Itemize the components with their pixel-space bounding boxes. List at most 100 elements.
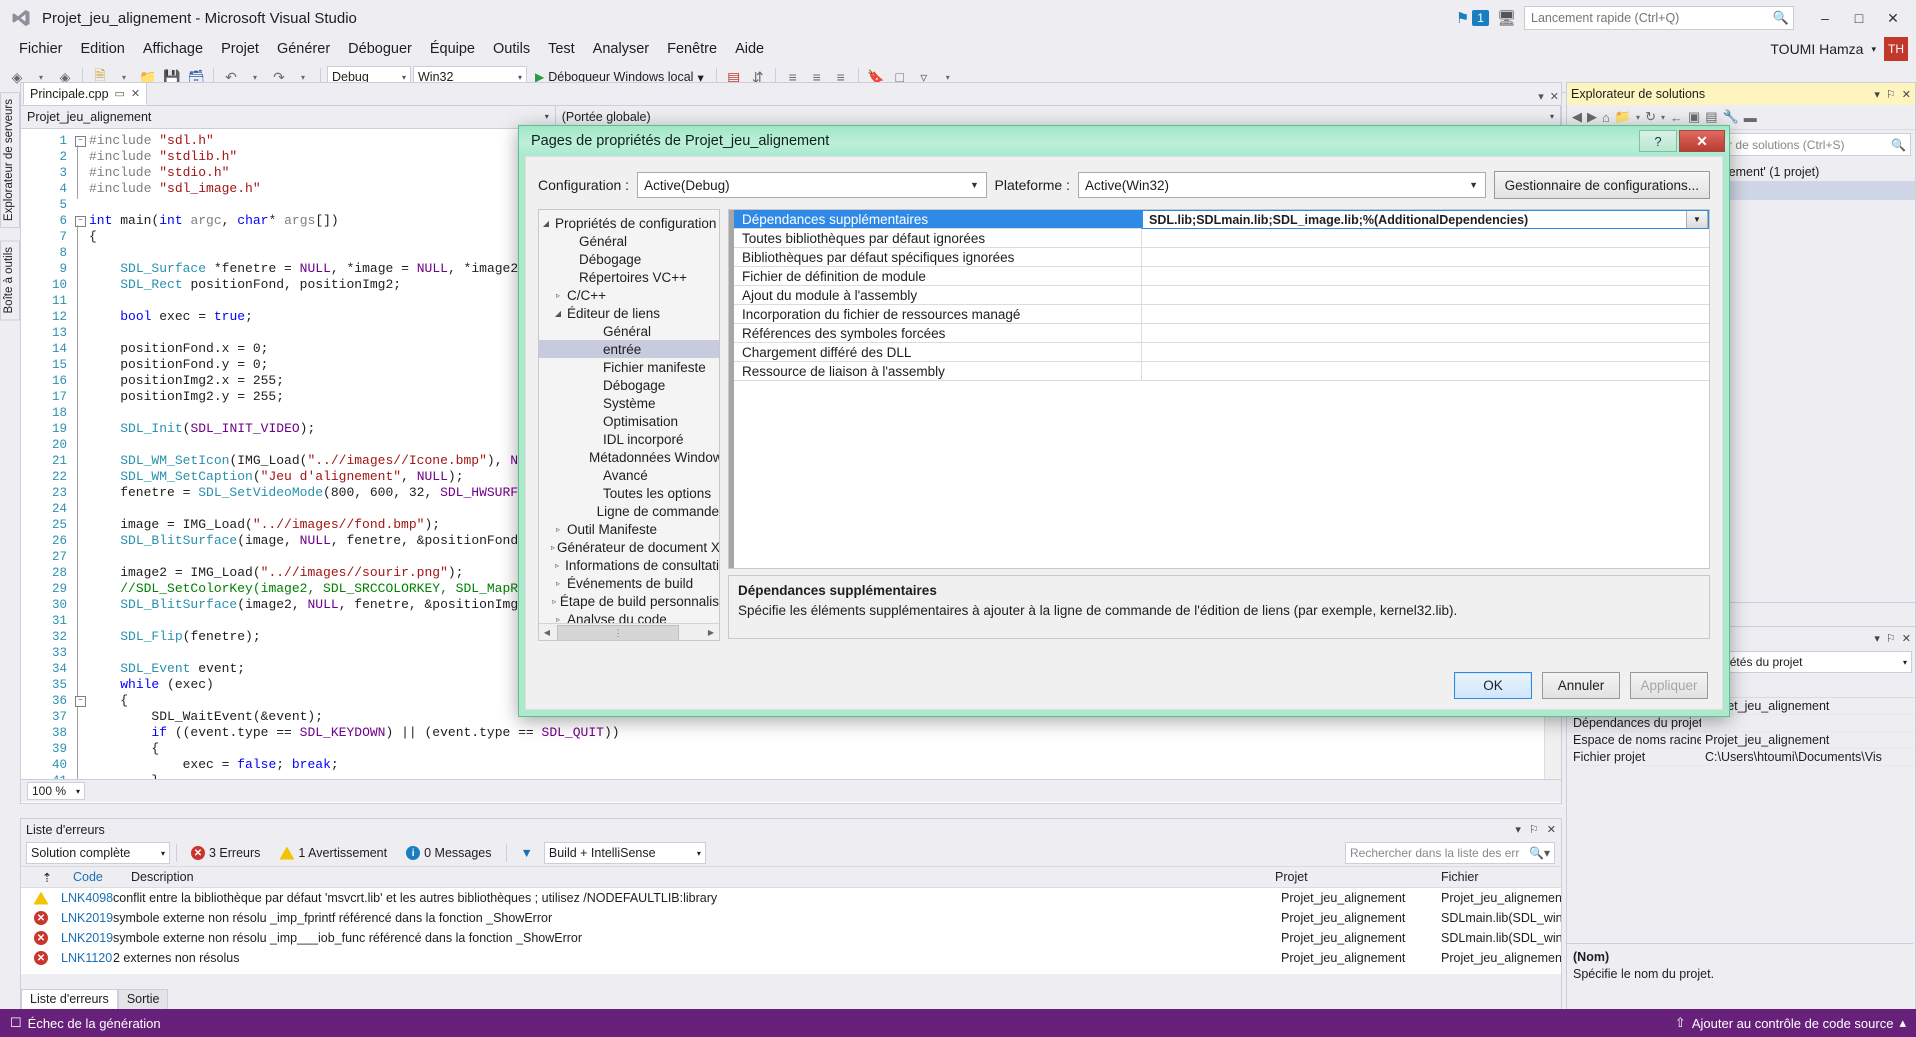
dialog-tree-hscrollbar[interactable]: ◀ ⋮ ▶ [539,623,719,640]
scroll-thumb[interactable]: ⋮ [557,625,679,640]
property-grid-value[interactable] [1142,267,1709,286]
dialog-tree-item[interactable]: Fichier manifeste [539,358,719,376]
close-icon[interactable]: ✕ [1902,88,1911,101]
menu-item-generer[interactable]: Générer [268,39,339,59]
dialog-tree-item[interactable]: ◢ Propriétés de configuration [539,214,719,232]
chevron-right-icon[interactable]: ▹ [551,597,558,606]
chevron-right-icon[interactable]: ▹ [551,561,563,570]
column-header-description[interactable]: Description [125,870,1269,884]
error-list-row[interactable]: ✕ LNK1120 2 externes non résolus Projet_jeu… [21,948,1561,968]
error-scope-combo[interactable]: Solution complète ▾ [26,842,170,864]
error-list-row[interactable]: LNK4098 conflit entre la bibliothèque par… [21,888,1561,908]
property-grid-row[interactable]: Chargement différé des DLL [729,343,1709,362]
dialog-tree-item[interactable]: ▹ Informations de consultati [539,556,719,574]
error-code[interactable]: LNK2019 [61,911,113,925]
column-header-code[interactable]: Code [67,870,125,884]
zoom-combo[interactable]: 100 % ▾ [27,782,86,800]
tab-list-icon[interactable]: ▾ [1538,90,1544,103]
property-grid-value[interactable] [1142,343,1709,362]
pin-icon[interactable]: ▭ [115,87,125,100]
properties-icon[interactable]: 🔧 [1723,109,1739,125]
property-value[interactable]: Projet_jeu_alignement [1701,733,1915,747]
property-grid-rows[interactable]: Dépendances supplémentaires SDL.lib;SDLma… [729,210,1709,381]
dialog-tree-item[interactable]: Optimisation [539,412,719,430]
close-icon[interactable]: ✕ [1679,130,1725,152]
menu-item-deboguer[interactable]: Déboguer [339,39,421,59]
property-grid-row[interactable]: Incorporation du fichier de ressources m… [729,305,1709,324]
sort-indicator-icon[interactable]: ⇡ [21,870,67,885]
scroll-left-icon[interactable]: ◀ [539,628,555,637]
menu-item-equipe[interactable]: Équipe [421,39,484,59]
pin-icon[interactable]: ⚐ [1886,632,1896,645]
dialog-title-bar[interactable]: Pages de propriétés de Projet_jeu_aligne… [519,126,1729,156]
tab-server-explorer[interactable]: Explorateur de serveurs [0,92,20,229]
tab-toolbox[interactable]: Boîte à outils [0,240,20,321]
error-code[interactable]: LNK2019 [61,931,113,945]
refresh-icon[interactable]: ← [1670,110,1683,125]
dialog-tree-item[interactable]: Ligne de commande [539,502,719,520]
build-filter-combo[interactable]: Build + IntelliSense ▾ [543,842,706,864]
new-folder-icon[interactable]: 📁 [1615,109,1631,125]
dialog-tree-item[interactable]: Métadonnées Window [539,448,719,466]
dialog-tree-item[interactable]: ▹ Générateur de document X [539,538,719,556]
menu-item-aide[interactable]: Aide [726,39,773,59]
pin-icon[interactable]: ⚐ [1529,823,1539,836]
chevron-down-icon[interactable]: ▾ [1636,113,1640,122]
property-grid-value[interactable] [1142,362,1709,381]
fold-column[interactable]: − − − [73,129,89,779]
notifications[interactable]: ⚑ 1 [1456,9,1489,27]
dialog-tree-item[interactable]: ▹ C/C++ [539,286,719,304]
error-search-input[interactable]: Rechercher dans la liste des err 🔍▾ [1345,842,1555,864]
fold-box-38[interactable]: − [75,696,86,707]
menu-item-test[interactable]: Test [539,39,584,59]
dialog-tree-item[interactable]: ▹ Étape de build personnalis [539,592,719,610]
dialog-tree-item[interactable]: ▹ Outil Manifeste [539,520,719,538]
avatar[interactable]: TH [1884,37,1908,61]
column-header-file[interactable]: Fichier [1435,870,1561,884]
error-list-row[interactable]: ✕ LNK2019 symbole externe non résolu _imp_… [21,908,1561,928]
show-all-files-icon[interactable]: ▤ [1705,109,1717,125]
chevron-right-icon[interactable]: ▹ [551,579,565,588]
menu-item-fichier[interactable]: Fichier [10,39,72,59]
dialog-tree-item[interactable]: ◢ Éditeur de liens [539,304,719,322]
menu-item-affichage[interactable]: Affichage [134,39,212,59]
warnings-filter-button[interactable]: 1 Avertissement [271,841,395,865]
chevron-down-icon[interactable]: ▾ [1874,88,1880,101]
error-list-row[interactable]: ✕ LNK2019 symbole externe non résolu _imp_… [21,928,1561,948]
error-code[interactable]: LNK4098 [61,891,113,905]
dialog-tree-item[interactable]: Général [539,232,719,250]
close-icon[interactable]: ✕ [1547,823,1556,836]
property-grid-row[interactable]: Références des symboles forcées [729,324,1709,343]
status-right[interactable]: ⇧ Ajouter au contrôle de code source ▴ [1675,1015,1906,1031]
chevron-right-icon[interactable]: ▹ [551,291,565,300]
property-grid-value[interactable] [1142,248,1709,267]
dialog-tree-item[interactable]: Débogage [539,250,719,268]
account-area[interactable]: TOUMI Hamza ▾ TH [1770,36,1908,62]
chevron-right-icon[interactable]: ▹ [551,543,555,552]
dialog-tree-item[interactable]: entrée [539,340,719,358]
property-grid-row[interactable]: Ajout du module à l'assembly [729,286,1709,305]
close-icon[interactable]: ✕ [1902,632,1911,645]
close-icon[interactable]: ✕ [131,87,140,100]
column-header-project[interactable]: Projet [1269,870,1435,884]
dialog-tree-item[interactable]: Débogage [539,376,719,394]
chevron-down-icon[interactable]: ▾ [1661,113,1665,122]
dialog-tree-item[interactable]: Toutes les options [539,484,719,502]
scroll-track[interactable]: ⋮ [555,625,703,640]
dialog-tree-item[interactable]: IDL incorporé [539,430,719,448]
ok-button[interactable]: OK [1454,672,1532,699]
code-line[interactable]: exec = false; break; [89,757,620,773]
dialog-property-tree[interactable]: ◢ Propriétés de configuration Général Débog… [539,210,719,628]
chevron-down-icon[interactable]: ▾ [1515,823,1521,836]
quick-launch-input[interactable] [1524,6,1794,30]
preview-icon[interactable]: ▬ [1744,110,1757,125]
property-grid-value[interactable] [1142,305,1709,324]
chevron-right-icon[interactable]: ▹ [551,525,565,534]
property-grid[interactable]: Dépendances supplémentaires SDL.lib;SDLma… [728,209,1710,569]
platform-combo[interactable]: Active(Win32) ▼ [1077,172,1486,198]
chevron-down-icon[interactable]: ▾ [1874,632,1880,645]
sync-icon[interactable]: ↻ [1645,109,1656,125]
tab-error-list[interactable]: Liste d'erreurs [21,989,118,1009]
dialog-tree-item[interactable]: Général [539,322,719,340]
menu-item-analyser[interactable]: Analyser [584,39,658,59]
